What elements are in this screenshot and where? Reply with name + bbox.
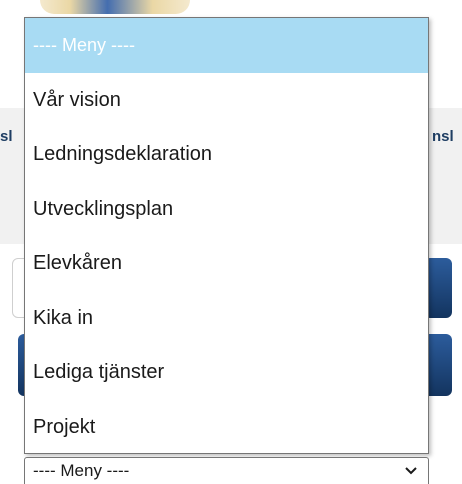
menu-option-elevkaren[interactable]: Elevkåren: [25, 236, 428, 291]
menu-option-projekt[interactable]: Projekt: [25, 400, 428, 454]
menu-option-kika-in[interactable]: Kika in: [25, 291, 428, 346]
menu-option-utvecklingsplan[interactable]: Utvecklingsplan: [25, 182, 428, 237]
menu-option-placeholder[interactable]: ---- Meny ----: [25, 18, 428, 73]
nav-link-right-fragment[interactable]: nsl: [432, 128, 454, 145]
menu-option-ledningsdeklaration[interactable]: Ledningsdeklaration: [25, 127, 428, 182]
chevron-down-icon: [405, 467, 417, 475]
school-logo: [40, 0, 190, 14]
menu-dropdown-list[interactable]: ---- Meny ---- Vår vision Ledningsdeklar…: [24, 17, 429, 454]
menu-select-value: ---- Meny ----: [33, 461, 130, 480]
nav-link-left-fragment[interactable]: sl: [0, 128, 13, 145]
menu-option-var-vision[interactable]: Vår vision: [25, 73, 428, 128]
menu-select[interactable]: ---- Meny ----: [24, 457, 429, 484]
menu-option-lediga-tjanster[interactable]: Lediga tjänster: [25, 345, 428, 400]
